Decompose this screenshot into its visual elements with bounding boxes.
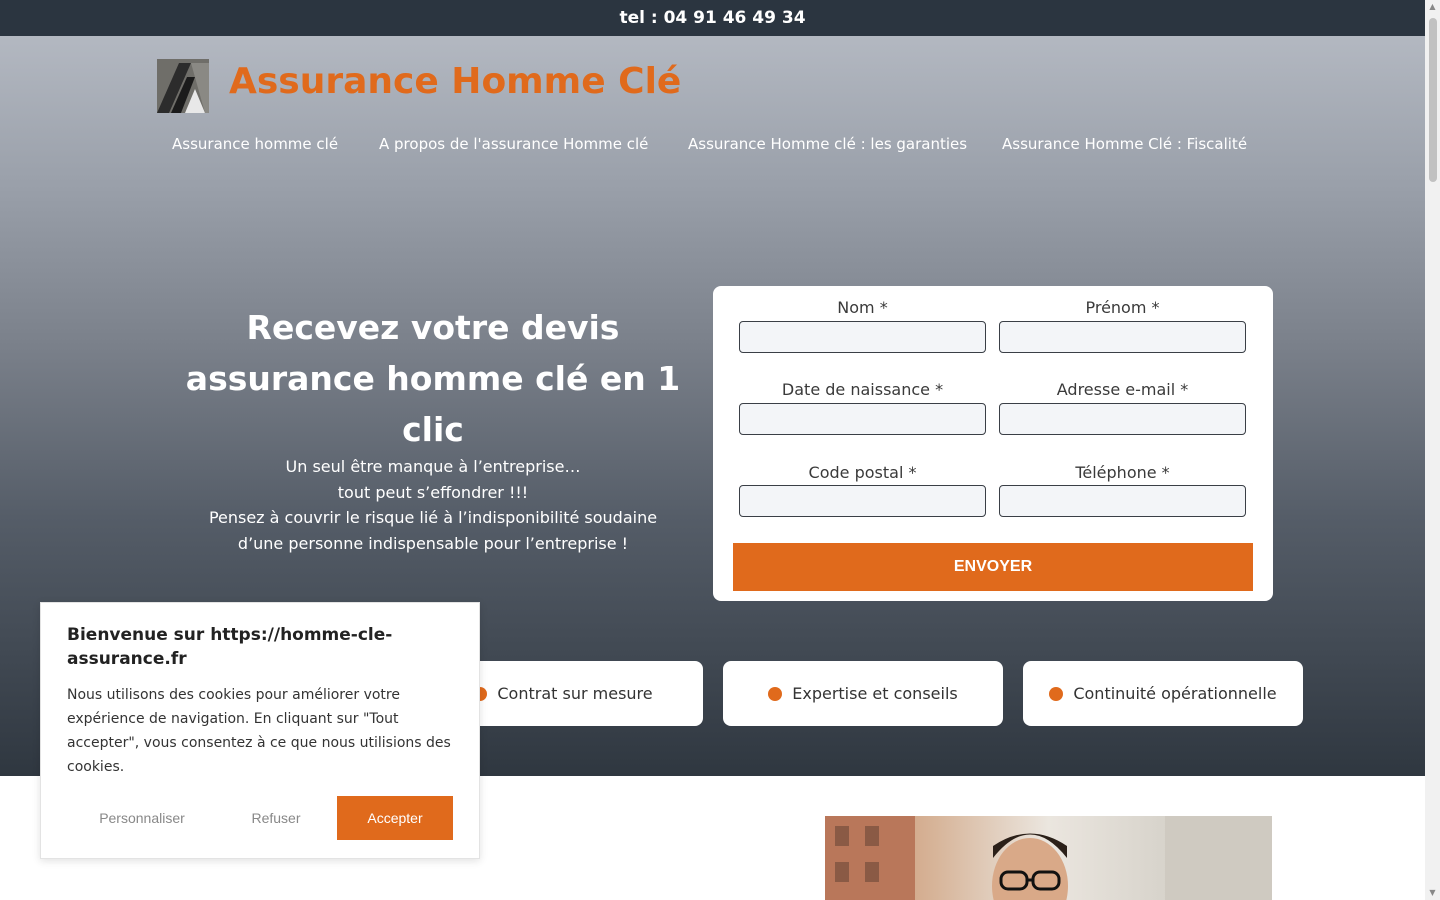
hero-line: tout peut s’effondrer !!! [337,482,529,502]
birth-date-label: Date de naissance * [781,380,944,399]
email-label: Adresse e-mail * [1056,380,1189,399]
scrollbar-thumb[interactable] [1429,18,1437,182]
postal-code-label: Code postal * [808,463,917,482]
phone-label: Téléphone * [1075,463,1170,482]
last-name-label: Nom * [837,298,888,317]
feature-card-expertise: Expertise et conseils [723,661,1003,726]
submit-button[interactable]: ENVOYER [733,543,1253,591]
scrollbar[interactable]: ▲ ▼ [1425,0,1440,900]
first-name-label: Prénom * [1085,298,1160,317]
cookie-text: Nous utilisons des cookies pour améliore… [67,687,451,775]
phone-input[interactable] [999,485,1246,517]
cookie-consent-banner: Bienvenue sur https://homme-cle-assuranc… [40,602,480,859]
hero-line: Pensez à couvrir le risque lié à l’indis… [208,508,658,527]
feature-card-continuity: Continuité opérationnelle [1023,661,1303,726]
quote-form: Nom * Prénom * Date de naissance * Adres… [713,286,1273,601]
hero-line: Un seul être manque à l’entreprise… [285,457,581,476]
cookie-title: Bienvenue sur https://homme-cle-assuranc… [67,625,393,669]
first-name-input[interactable] [999,321,1246,353]
top-contact-bar: tel : 04 91 46 49 34 [0,0,1425,36]
accept-button[interactable]: Accepter [337,796,453,840]
feature-label: Contrat sur mesure [497,684,653,703]
nav-item-home[interactable]: Assurance homme clé [172,135,338,153]
last-name-input[interactable] [739,321,986,353]
site-title[interactable]: Assurance Homme Clé [229,61,681,102]
feature-label: Expertise et conseils [792,684,958,703]
hero-title: Recevez votre devis assurance homme clé … [185,308,681,449]
postal-code-input[interactable] [739,485,986,517]
customize-button[interactable]: Personnaliser [67,796,217,840]
logo-icon[interactable] [157,59,209,113]
reject-button[interactable]: Refuser [231,796,321,840]
feature-label: Continuité opérationnelle [1073,684,1277,703]
scroll-up-icon[interactable]: ▲ [1425,0,1440,14]
main-nav: Assurance homme clé A propos de l'assura… [0,135,1425,157]
bullet-icon [768,686,783,701]
nav-item-about[interactable]: A propos de l'assurance Homme clé [379,135,648,153]
nav-item-taxation[interactable]: Assurance Homme Clé : Fiscalité [1002,135,1247,153]
nav-item-guarantees[interactable]: Assurance Homme clé : les garanties [688,135,967,153]
birth-date-input[interactable] [739,403,986,435]
businessman-photo [825,816,1272,900]
scroll-down-icon[interactable]: ▼ [1425,886,1440,900]
hero-line: d’une personne indispensable pour l’entr… [237,533,629,553]
bullet-icon [1049,686,1064,701]
phone-number[interactable]: tel : 04 91 46 49 34 [619,8,805,28]
hero-description: Un seul être manque à l’entreprise… tout… [183,454,683,556]
email-input[interactable] [999,403,1246,435]
